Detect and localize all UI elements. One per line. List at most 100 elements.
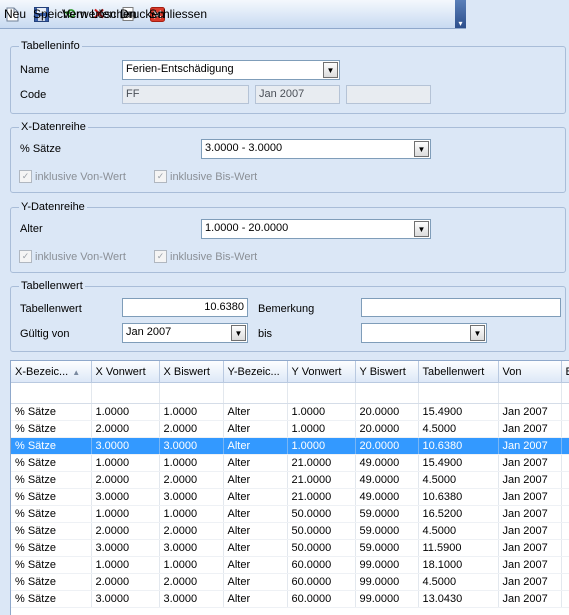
cell-x-biswert[interactable]: 1.0000 bbox=[159, 454, 224, 472]
chevron-down-icon[interactable]: ▼ bbox=[414, 141, 429, 157]
bemerkung-input[interactable] bbox=[361, 298, 561, 317]
cell-von[interactable]: Jan 2007 bbox=[498, 454, 562, 472]
filter-cell[interactable] bbox=[561, 382, 569, 404]
cell-x-bezeichnung[interactable]: % Sätze bbox=[11, 556, 92, 574]
table-row[interactable]: % Sätze 3.0000 3.0000 Alter 21.0000 49.0000 10… bbox=[11, 488, 569, 506]
cell-tabellenwert[interactable]: 18.1000 bbox=[418, 556, 499, 574]
cell-y-bezeichnung[interactable]: Alter bbox=[223, 471, 288, 489]
toolbar-overflow-icon[interactable]: ▾ bbox=[455, 0, 466, 28]
filter-cell[interactable] bbox=[159, 382, 224, 404]
cell-x-biswert[interactable]: 1.0000 bbox=[159, 505, 224, 523]
cell-y-vonwert[interactable]: 1.0000 bbox=[287, 420, 356, 438]
cell-tabellenwert[interactable]: 15.4900 bbox=[418, 454, 499, 472]
cell-bis[interactable] bbox=[561, 471, 569, 489]
cell-y-vonwert[interactable]: 50.0000 bbox=[287, 539, 356, 557]
cell-y-bezeichnung[interactable]: Alter bbox=[223, 454, 288, 472]
filter-cell[interactable] bbox=[498, 382, 562, 404]
cell-von[interactable]: Jan 2007 bbox=[498, 505, 562, 523]
table-row[interactable]: % Sätze 1.0000 1.0000 Alter 50.0000 59.0000 16… bbox=[11, 505, 569, 523]
cell-y-vonwert[interactable]: 21.0000 bbox=[287, 454, 356, 472]
chevron-down-icon[interactable]: ▼ bbox=[323, 62, 338, 78]
cell-y-bezeichnung[interactable]: Alter bbox=[223, 437, 288, 455]
cell-x-bezeichnung[interactable]: % Sätze bbox=[11, 437, 92, 455]
cell-bis[interactable] bbox=[561, 488, 569, 506]
cell-y-bezeichnung[interactable]: Alter bbox=[223, 590, 288, 608]
column-header-y-bezeichnung[interactable]: Y-Bezeic... bbox=[223, 361, 288, 383]
cell-von[interactable]: Jan 2007 bbox=[498, 437, 562, 455]
cell-tabellenwert[interactable]: 4.5000 bbox=[418, 573, 499, 591]
cell-x-biswert[interactable]: 3.0000 bbox=[159, 488, 224, 506]
cell-x-biswert[interactable]: 3.0000 bbox=[159, 539, 224, 557]
cell-y-vonwert[interactable]: 60.0000 bbox=[287, 590, 356, 608]
column-header-bis[interactable]: Bi bbox=[561, 361, 569, 383]
cell-x-vonwert[interactable]: 1.0000 bbox=[91, 454, 160, 472]
cell-y-biswert[interactable]: 99.0000 bbox=[355, 590, 419, 608]
cell-y-vonwert[interactable]: 1.0000 bbox=[287, 437, 356, 455]
cell-x-vonwert[interactable]: 2.0000 bbox=[91, 573, 160, 591]
table-row[interactable]: % Sätze 2.0000 2.0000 Alter 1.0000 20.0000 4.5… bbox=[11, 420, 569, 438]
cell-bis[interactable] bbox=[561, 420, 569, 438]
column-header-y-vonwert[interactable]: Y Vonwert bbox=[287, 361, 356, 383]
filter-cell[interactable] bbox=[223, 382, 288, 404]
cell-y-biswert[interactable]: 59.0000 bbox=[355, 505, 419, 523]
table-row[interactable]: % Sätze 3.0000 3.0000 Alter 50.0000 59.0000 11… bbox=[11, 539, 569, 557]
discard-button[interactable]: ⟲ Verwerfen bbox=[58, 2, 116, 26]
cell-y-bezeichnung[interactable]: Alter bbox=[223, 573, 288, 591]
cell-bis[interactable] bbox=[561, 505, 569, 523]
cell-bis[interactable] bbox=[561, 437, 569, 455]
cell-y-biswert[interactable]: 49.0000 bbox=[355, 488, 419, 506]
filter-row[interactable] bbox=[11, 382, 569, 404]
cell-von[interactable]: Jan 2007 bbox=[498, 420, 562, 438]
table-row[interactable]: % Sätze 2.0000 2.0000 Alter 50.0000 59.0000 4.… bbox=[11, 522, 569, 540]
cell-von[interactable]: Jan 2007 bbox=[498, 488, 562, 506]
chevron-down-icon[interactable]: ▼ bbox=[231, 325, 246, 341]
y-incl-from-checkbox[interactable]: ✓ inklusive Von-Wert bbox=[19, 250, 126, 263]
cell-bis[interactable] bbox=[561, 590, 569, 608]
filter-cell[interactable] bbox=[11, 382, 92, 404]
cell-von[interactable]: Jan 2007 bbox=[498, 471, 562, 489]
table-row[interactable]: % Sätze 3.0000 3.0000 Alter 1.0000 20.0000 10.… bbox=[11, 437, 569, 455]
x-incl-from-checkbox[interactable]: ✓ inklusive Von-Wert bbox=[19, 170, 126, 183]
name-select[interactable]: Ferien-Entschädigung ▼ bbox=[122, 60, 340, 80]
cell-x-biswert[interactable]: 1.0000 bbox=[159, 556, 224, 574]
cell-x-biswert[interactable]: 3.0000 bbox=[159, 437, 224, 455]
cell-tabellenwert[interactable]: 10.6380 bbox=[418, 437, 499, 455]
cell-x-biswert[interactable]: 2.0000 bbox=[159, 471, 224, 489]
column-header-x-vonwert[interactable]: X Vonwert bbox=[91, 361, 160, 383]
filter-cell[interactable] bbox=[418, 382, 499, 404]
print-button[interactable]: Drucken bbox=[116, 2, 165, 26]
delete-button[interactable]: ✕ Löschen bbox=[87, 2, 136, 26]
cell-y-biswert[interactable]: 49.0000 bbox=[355, 471, 419, 489]
table-row[interactable]: % Sätze 3.0000 3.0000 Alter 60.0000 99.0000 13… bbox=[11, 590, 569, 608]
bis-select[interactable]: ▼ bbox=[361, 323, 487, 343]
tabellenwert-input[interactable]: 10.6380 bbox=[122, 298, 248, 317]
cell-y-vonwert[interactable]: 50.0000 bbox=[287, 505, 356, 523]
save-button[interactable]: Speichern bbox=[29, 2, 87, 26]
cell-x-biswert[interactable]: 2.0000 bbox=[159, 522, 224, 540]
cell-y-biswert[interactable]: 99.0000 bbox=[355, 556, 419, 574]
cell-tabellenwert[interactable]: 11.5900 bbox=[418, 539, 499, 557]
filter-cell[interactable] bbox=[355, 382, 419, 404]
cell-x-bezeichnung[interactable]: % Sätze bbox=[11, 420, 92, 438]
cell-y-biswert[interactable]: 59.0000 bbox=[355, 539, 419, 557]
cell-x-vonwert[interactable]: 3.0000 bbox=[91, 488, 160, 506]
cell-x-bezeichnung[interactable]: % Sätze bbox=[11, 590, 92, 608]
x-incl-to-checkbox[interactable]: ✓ inklusive Bis-Wert bbox=[154, 170, 257, 183]
cell-bis[interactable] bbox=[561, 522, 569, 540]
table-row[interactable]: % Sätze 1.0000 1.0000 Alter 1.0000 20.0000 15.… bbox=[11, 403, 569, 421]
cell-x-bezeichnung[interactable]: % Sätze bbox=[11, 522, 92, 540]
cell-x-vonwert[interactable]: 1.0000 bbox=[91, 505, 160, 523]
cell-y-biswert[interactable]: 99.0000 bbox=[355, 573, 419, 591]
column-header-y-biswert[interactable]: Y Biswert bbox=[355, 361, 419, 383]
table-row[interactable]: % Sätze 2.0000 2.0000 Alter 21.0000 49.0000 4.… bbox=[11, 471, 569, 489]
cell-y-vonwert[interactable]: 50.0000 bbox=[287, 522, 356, 540]
cell-y-bezeichnung[interactable]: Alter bbox=[223, 488, 288, 506]
cell-x-vonwert[interactable]: 2.0000 bbox=[91, 522, 160, 540]
cell-x-bezeichnung[interactable]: % Sätze bbox=[11, 454, 92, 472]
cell-y-biswert[interactable]: 59.0000 bbox=[355, 522, 419, 540]
cell-bis[interactable] bbox=[561, 573, 569, 591]
cell-y-bezeichnung[interactable]: Alter bbox=[223, 403, 288, 421]
table-row[interactable]: % Sätze 1.0000 1.0000 Alter 60.0000 99.0000 18… bbox=[11, 556, 569, 574]
table-row[interactable]: % Sätze 1.0000 1.0000 Alter 21.0000 49.0000 15… bbox=[11, 454, 569, 472]
cell-x-vonwert[interactable]: 2.0000 bbox=[91, 471, 160, 489]
